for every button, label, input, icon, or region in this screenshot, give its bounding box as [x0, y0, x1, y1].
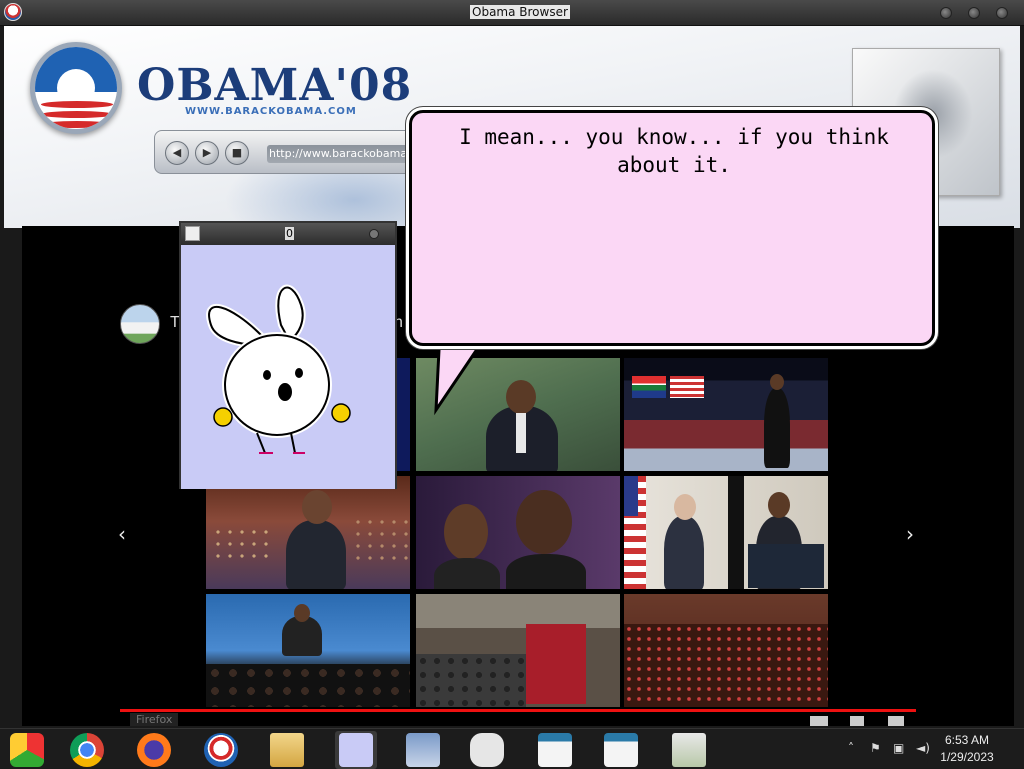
- subtitles-icon[interactable]: [810, 716, 828, 726]
- photo-tile[interactable]: [206, 594, 410, 707]
- folder-icon[interactable]: [270, 733, 304, 767]
- photo-tile[interactable]: [416, 476, 620, 589]
- forward-arrow-icon[interactable]: ▶: [195, 141, 219, 165]
- pet-canvas: [181, 245, 395, 489]
- navigation-bar: ◀ ▶ ■ http://www.barackobama: [154, 130, 444, 174]
- brand-url: WWW.BARACKOBAMA.COM: [185, 106, 357, 117]
- document-icon-2[interactable]: [604, 733, 638, 767]
- photo-tile[interactable]: [624, 358, 828, 471]
- pet-window-title: 0: [285, 227, 294, 240]
- flag-icon[interactable]: ⚑: [870, 741, 881, 755]
- taskbar-tooltip: Firefox: [130, 713, 179, 726]
- stop-icon[interactable]: ■: [225, 141, 249, 165]
- settings-icon[interactable]: [850, 716, 864, 726]
- firefox-icon[interactable]: [137, 733, 171, 767]
- obama-app-icon: [4, 3, 22, 21]
- clock-date: 1/29/2023: [940, 750, 994, 764]
- speech-bubble-box: I mean... you know... if you think about…: [409, 110, 935, 346]
- speech-text: I mean... you know... if you think about…: [459, 125, 889, 177]
- up-chevron-icon[interactable]: ˄: [848, 741, 854, 755]
- network-globe-icon[interactable]: [672, 733, 706, 767]
- window-title: Obama Browser: [470, 5, 570, 19]
- bunny-icon: [185, 226, 200, 241]
- photo-tile[interactable]: [624, 594, 828, 707]
- player-controls: [120, 716, 916, 728]
- clock-time: 6:53 AM: [944, 733, 990, 747]
- maximize-button[interactable]: [968, 7, 980, 19]
- bunny-icon[interactable]: [339, 733, 373, 767]
- channel-avatar[interactable]: [120, 304, 160, 344]
- bunny-character[interactable]: [181, 245, 395, 485]
- next-arrow-icon[interactable]: ›: [906, 522, 914, 546]
- chromium-icon[interactable]: [10, 733, 44, 767]
- obama-icon[interactable]: [204, 733, 238, 767]
- pet-close-button[interactable]: [369, 229, 379, 239]
- document-icon[interactable]: [538, 733, 572, 767]
- pet-window[interactable]: 0: [179, 221, 397, 489]
- pet-window-titlebar[interactable]: 0: [181, 223, 395, 245]
- brand-title: OBAMA'08: [137, 60, 413, 111]
- system-clock[interactable]: 6:53 AM 1/29/2023: [932, 732, 1002, 766]
- chrome-icon[interactable]: [70, 733, 104, 767]
- close-button[interactable]: [996, 7, 1008, 19]
- volume-icon[interactable]: ◄): [916, 741, 930, 755]
- obama-logo: [30, 42, 122, 134]
- fullscreen-icon[interactable]: [888, 716, 904, 726]
- prev-arrow-icon[interactable]: ‹: [118, 522, 126, 546]
- image-viewer-icon[interactable]: [406, 733, 440, 767]
- photo-tile[interactable]: [206, 476, 410, 589]
- taskbar: ˄ ⚑ ▣ ◄) 6:53 AM 1/29/2023: [0, 728, 1024, 769]
- video-progress-bar[interactable]: [120, 709, 916, 712]
- gamepad-icon[interactable]: [470, 733, 504, 767]
- network-icon[interactable]: ▣: [893, 741, 904, 755]
- window-titlebar[interactable]: Obama Browser: [0, 0, 1024, 26]
- photo-tile[interactable]: [624, 476, 828, 589]
- photo-tile[interactable]: [416, 594, 620, 707]
- minimize-button[interactable]: [940, 7, 952, 19]
- back-arrow-icon[interactable]: ◀: [165, 141, 189, 165]
